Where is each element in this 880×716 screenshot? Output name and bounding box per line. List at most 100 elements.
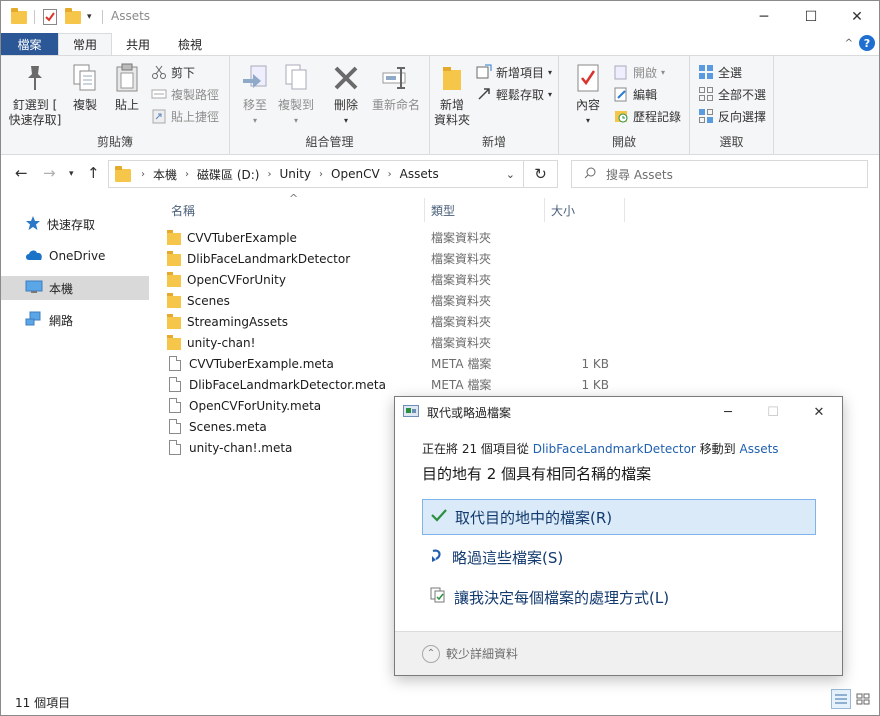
list-item[interactable]: unity-chan! 檔案資料夾 [167, 332, 627, 353]
properties-quick-icon[interactable] [43, 7, 57, 27]
properties-button[interactable]: 內容 ▾ [571, 62, 605, 128]
tab-home[interactable]: 常用 [58, 33, 113, 55]
easy-access-button[interactable]: 輕鬆存取 ▾ [476, 84, 552, 104]
group-new-label: 新增 [481, 135, 506, 149]
select-none-button[interactable]: 全部不選 [698, 84, 766, 104]
group-open: 內容 ▾ 開啟 ▾ 編輯 歷程記錄 開啟 [559, 56, 690, 154]
list-item[interactable]: DlibFaceLandmarkDetector 檔案資料夾 [167, 248, 627, 269]
nav-item-onedrive[interactable]: OneDrive [1, 244, 149, 268]
group-clipboard: 釘選到 [ 快速存取] 複製 貼上 剪下 複製路徑 貼上捷徑 剪貼簿 [1, 56, 230, 154]
delete-button[interactable]: 刪除 ▾ [330, 62, 362, 128]
cut-button[interactable]: 剪下 [151, 62, 195, 82]
breadcrumb-assets[interactable]: Assets [396, 167, 443, 181]
dialog-close-button[interactable]: ✕ [796, 397, 842, 427]
copy-path-icon [151, 86, 167, 102]
copy-to-button[interactable]: 複製到 ▾ [276, 62, 316, 128]
tab-view[interactable]: 檢視 [164, 33, 216, 55]
copy-path-button[interactable]: 複製路徑 [151, 84, 219, 104]
fewer-details-chevron-icon[interactable]: ⌃ [422, 644, 440, 663]
dialog-progress-line: 正在將 21 個項目從 DlibFaceLandmarkDetector 移動到… [422, 442, 779, 456]
folder-icon [167, 250, 181, 266]
view-toggle [831, 689, 873, 709]
skip-files-option[interactable]: 略過這些檔案(S) [422, 539, 816, 575]
destination-folder-link[interactable]: Assets [740, 442, 779, 456]
history-icon [613, 108, 629, 124]
column-header-name[interactable]: 名稱 [165, 198, 425, 222]
large-icons-view-button[interactable] [853, 689, 873, 709]
dialog-minimize-button[interactable]: ─ [705, 397, 751, 427]
close-button[interactable]: ✕ [834, 1, 880, 33]
new-item-button[interactable]: 新增項目 ▾ [476, 62, 552, 82]
source-folder-link[interactable]: DlibFaceLandmarkDetector [533, 442, 696, 456]
up-arrow-icon[interactable]: ↑ [87, 164, 100, 182]
customize-quick-access-icon[interactable]: ▾ [87, 7, 92, 27]
breadcrumb-this-pc[interactable]: 本機 [149, 166, 181, 183]
search-box[interactable]: 搜尋 Assets [571, 160, 868, 188]
forward-arrow-icon[interactable]: → [43, 164, 56, 182]
status-bar: 11 個項目 [1, 689, 879, 715]
address-dropdown-chevron-icon[interactable]: ⌄ [506, 168, 515, 181]
nav-item-quick-access[interactable]: 快速存取 [1, 212, 149, 236]
column-header-type[interactable]: 類型 [425, 198, 545, 222]
edit-button[interactable]: 編輯 [613, 84, 657, 104]
list-item[interactable]: StreamingAssets 檔案資料夾 [167, 311, 627, 332]
navigation-bar: ← → ▾ ↑ › 本機 › 磁碟區 (D:) › Unity › OpenCV… [1, 156, 879, 192]
tab-file[interactable]: 檔案 [1, 33, 58, 55]
paste-icon [112, 62, 142, 94]
copy-label: 複製 [72, 98, 97, 112]
select-none-label: 全部不選 [718, 87, 767, 102]
new-item-label: 新增項目 [496, 65, 545, 80]
list-item[interactable]: DlibFaceLandmarkDetector.meta META 檔案 1 K… [167, 374, 627, 395]
breadcrumb-drive-d[interactable]: 磁碟區 (D:) [193, 166, 263, 183]
list-item[interactable]: CVVTuberExample.meta META 檔案 1 KB [167, 353, 627, 374]
history-button[interactable]: 歷程記錄 [613, 106, 681, 126]
file-icon [169, 440, 181, 455]
maximize-button[interactable]: ☐ [788, 1, 834, 33]
new-folder-button[interactable]: 新增 資料夾 [432, 62, 472, 128]
paste-button[interactable]: 貼上 [109, 62, 145, 113]
move-to-button[interactable]: 移至 ▾ [238, 62, 272, 128]
search-icon [584, 167, 596, 182]
open-button[interactable]: 開啟 ▾ [613, 62, 665, 82]
list-item[interactable]: CVVTuberExample 檔案資料夾 [167, 227, 627, 248]
details-view-icon [835, 694, 847, 704]
help-icon[interactable]: ? [859, 35, 875, 51]
breadcrumb-unity[interactable]: Unity [275, 167, 315, 181]
pin-quick-access-button[interactable]: 釘選到 [ 快速存取] [7, 62, 63, 128]
paste-shortcut-button[interactable]: 貼上捷徑 [151, 106, 219, 126]
rename-button[interactable]: 重新命名 [368, 62, 424, 113]
paste-shortcut-label: 貼上捷徑 [171, 109, 220, 124]
list-item[interactable]: OpenCVForUnity 檔案資料夾 [167, 269, 627, 290]
copy-icon [70, 62, 100, 94]
scissors-icon [151, 64, 167, 80]
collapse-ribbon-icon[interactable]: ^ [845, 38, 853, 49]
breadcrumb-opencv[interactable]: OpenCV [327, 167, 384, 181]
invert-selection-icon [698, 108, 714, 124]
paste-shortcut-icon [151, 108, 167, 124]
nav-label-network: 網路 [49, 313, 74, 328]
back-arrow-icon[interactable]: ← [15, 164, 28, 182]
fewer-details-link[interactable]: 較少詳細資料 [446, 645, 518, 662]
decide-each-file-option[interactable]: 讓我決定每個檔案的處理方式(L) [422, 579, 816, 615]
list-item[interactable]: Scenes 檔案資料夾 [167, 290, 627, 311]
invert-selection-button[interactable]: 反向選擇 [698, 106, 766, 126]
folder-icon [167, 292, 181, 308]
nav-item-this-pc[interactable]: 本機 [1, 276, 149, 300]
copy-path-label: 複製路徑 [171, 87, 220, 102]
details-view-button[interactable] [831, 689, 851, 709]
new-folder-quick-icon[interactable] [65, 7, 81, 27]
recent-locations-chevron-icon[interactable]: ▾ [69, 169, 74, 179]
minimize-button[interactable]: ─ [741, 1, 787, 33]
address-bar[interactable]: › 本機 › 磁碟區 (D:) › Unity › OpenCV › Asset… [108, 160, 524, 188]
copy-button[interactable]: 複製 [67, 62, 103, 113]
new-folder-label: 新增 資料夾 [433, 98, 470, 127]
select-all-button[interactable]: 全選 [698, 62, 742, 82]
nav-item-network[interactable]: 網路 [1, 308, 149, 332]
move-to-label: 移至 [242, 98, 267, 112]
tab-share[interactable]: 共用 [112, 33, 164, 55]
column-header-size[interactable]: 大小 [545, 198, 625, 222]
folder-icon [11, 7, 27, 27]
history-label: 歷程記錄 [633, 109, 682, 124]
refresh-button[interactable]: ↻ [524, 160, 558, 188]
replace-files-option[interactable]: 取代目的地中的檔案(R) [422, 499, 816, 535]
